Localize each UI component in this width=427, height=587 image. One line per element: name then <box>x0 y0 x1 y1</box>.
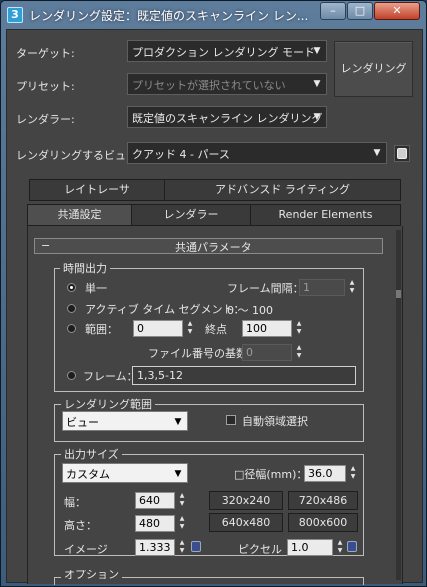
preset-label: プリセット: <box>16 80 75 93</box>
rollout-title: 共通パラメータ <box>175 241 252 254</box>
scrollbar-track[interactable] <box>396 230 401 580</box>
preset-640x480-button[interactable]: 640x480 <box>209 513 283 532</box>
auto-region-checkbox[interactable] <box>226 415 236 425</box>
close-button[interactable]: ✕ <box>374 2 420 20</box>
pixel-aspect-label: ピクセル <box>238 543 282 556</box>
radio-range[interactable] <box>67 324 76 333</box>
range-start-spinner[interactable]: ▲ ▼ <box>185 320 195 337</box>
tab-renderer[interactable]: レンダラー <box>131 204 251 226</box>
minimize-button[interactable]: – <box>320 2 346 20</box>
rollout-collapse-icon: − <box>41 239 51 252</box>
radio-active-segment[interactable] <box>67 304 76 313</box>
renderer-label: レンダラー: <box>16 113 75 126</box>
title-bar[interactable]: 3 レンダリング設定：既定値のスキャンライン レン... – □ ✕ <box>1 1 426 29</box>
radio-single[interactable] <box>67 283 76 292</box>
radio-frames[interactable] <box>67 371 76 380</box>
frame-interval-label: フレーム間隔： <box>227 282 304 295</box>
lock-icon[interactable] <box>191 541 201 552</box>
width-spinner[interactable]: ▲ ▼ <box>177 492 187 509</box>
range-end-label: 終点 <box>205 323 227 336</box>
height-label: 高さ： <box>64 519 97 532</box>
lock-icon[interactable] <box>347 541 357 552</box>
view-label: レンダリングするビュー: <box>16 149 141 162</box>
range-end-spinner[interactable]: ▲ ▼ <box>294 320 304 337</box>
maximize-button[interactable]: □ <box>347 2 373 20</box>
active-segment-label: アクティブ タイム セグメント： <box>85 303 245 316</box>
preset-720x486-button[interactable]: 720x486 <box>288 491 358 510</box>
output-size-title: 出力サイズ <box>61 446 122 462</box>
active-segment-range: 0 〜 100 <box>227 304 273 317</box>
auto-region-label: 自動領域選択 <box>242 415 308 428</box>
frames-field[interactable]: 1,3,5-12 <box>132 366 356 385</box>
preset-320x240-button[interactable]: 320x240 <box>209 491 283 510</box>
pixel-aspect-field[interactable]: 1.0 <box>287 539 333 556</box>
render-area-select[interactable]: ビュー ▼ <box>62 411 188 431</box>
renderer-value: 既定値のスキャンライン レンダリング <box>132 112 323 125</box>
chevron-down-icon: ▼ <box>174 417 182 427</box>
width-field[interactable]: 640 <box>135 492 175 509</box>
view-value: クアッド 4 - パース <box>132 148 230 161</box>
view-lock-button[interactable] <box>394 145 410 162</box>
preset-800x600-button[interactable]: 800x600 <box>288 513 358 532</box>
window-title: レンダリング設定：既定値のスキャンライン レン... <box>29 9 309 23</box>
frame-interval-field[interactable]: 1 <box>299 279 345 296</box>
aperture-width-spinner[interactable]: ▲ ▼ <box>348 465 358 482</box>
chevron-down-icon: ▼ <box>174 469 182 479</box>
scrollbar-thumb[interactable] <box>396 290 401 298</box>
file-number-base-spinner[interactable]: ▲ ▼ <box>294 344 304 361</box>
view-select[interactable]: クアッド 4 - パース ▼ <box>127 142 387 164</box>
target-value: プロダクション レンダリング モード <box>132 46 315 59</box>
dialog-body: ターゲット: プロダクション レンダリング モード ▼ プリセット: プリセット… <box>6 29 423 585</box>
render-button[interactable]: レンダリング <box>334 41 413 97</box>
height-spinner[interactable]: ▲ ▼ <box>177 515 187 532</box>
chevron-down-icon: ▼ <box>313 79 321 89</box>
render-area-title: レンダリング範囲 <box>61 396 155 412</box>
options-title: オプション <box>61 570 122 582</box>
render-setup-window: 3 レンダリング設定：既定値のスキャンライン レン... – □ ✕ ターゲット… <box>0 0 427 587</box>
image-aspect-label: イメージ <box>64 543 108 556</box>
tab-raytracer[interactable]: レイトレーサ <box>29 179 165 201</box>
renderer-select[interactable]: 既定値のスキャンライン レンダリング ▼ <box>127 106 327 128</box>
rollout-header[interactable]: − 共通パラメータ <box>34 238 383 254</box>
tab-render-elements[interactable]: Render Elements <box>250 204 401 226</box>
range-end-field[interactable]: 100 <box>242 320 292 337</box>
aperture-width-field[interactable]: 36.0 <box>304 465 346 482</box>
image-aspect-spinner[interactable]: ▲ ▼ <box>177 539 187 556</box>
chevron-down-icon: ▼ <box>373 148 381 158</box>
target-select[interactable]: プロダクション レンダリング モード ▼ <box>127 40 327 62</box>
range-label: 範囲： <box>85 323 118 336</box>
frame-interval-spinner[interactable]: ▲ ▼ <box>347 279 357 296</box>
preset-value: プリセットが選択されていない <box>132 79 286 92</box>
chevron-down-icon: ▼ <box>313 112 321 122</box>
render-area-value: ビュー <box>66 416 99 429</box>
aperture-width-label: □径幅(mm)： <box>234 468 308 481</box>
tab-common[interactable]: 共通設定 <box>27 204 132 226</box>
width-label: 幅： <box>64 496 86 509</box>
lock-icon <box>397 148 407 159</box>
height-field[interactable]: 480 <box>135 515 175 532</box>
pixel-aspect-spinner[interactable]: ▲ ▼ <box>335 539 345 556</box>
size-preset-select[interactable]: カスタム ▼ <box>62 463 188 483</box>
preset-select[interactable]: プリセットが選択されていない ▼ <box>127 73 327 95</box>
frames-label: フレーム： <box>83 370 138 383</box>
tab-advanced-lighting[interactable]: アドバンスド ライティング <box>164 179 401 201</box>
app-icon[interactable]: 3 <box>7 7 23 23</box>
radio-single-label: 単一 <box>85 282 107 295</box>
range-start-field[interactable]: 0 <box>133 320 183 337</box>
time-output-title: 時間出力 <box>60 260 110 276</box>
target-label: ターゲット: <box>16 47 75 60</box>
chevron-down-icon: ▼ <box>313 46 321 56</box>
size-preset-value: カスタム <box>66 468 110 481</box>
file-number-base-field[interactable]: 0 <box>242 344 292 361</box>
image-aspect-field[interactable]: 1.333 <box>135 539 175 556</box>
